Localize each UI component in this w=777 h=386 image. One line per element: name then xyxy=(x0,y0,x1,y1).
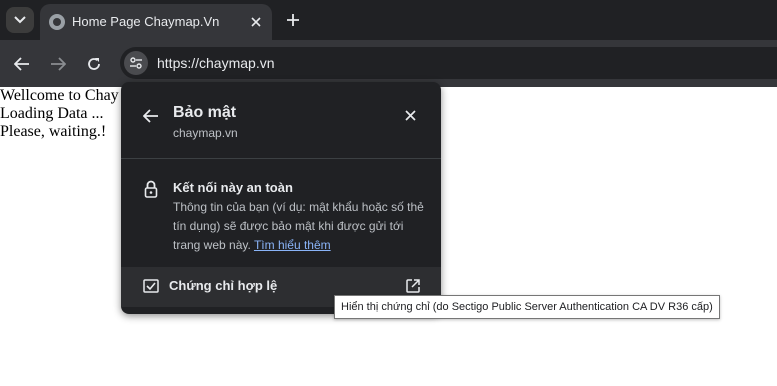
site-info-button[interactable] xyxy=(124,51,148,75)
arrow-left-icon xyxy=(143,109,158,123)
certificate-icon xyxy=(143,279,159,293)
reload-icon xyxy=(88,58,100,70)
url-text[interactable]: https://chaymap.vn xyxy=(157,55,275,71)
popup-back-button[interactable] xyxy=(141,106,161,126)
new-tab-button[interactable] xyxy=(282,9,304,31)
popup-title: Bảo mật xyxy=(173,104,237,121)
toolbar: https://chaymap.vn xyxy=(0,40,777,87)
close-icon xyxy=(251,17,261,27)
page-body: Wellcome to Chay Loading Data ... Please… xyxy=(0,87,119,141)
connection-status-title: Kết nối này an toàn xyxy=(173,180,293,195)
forward-button[interactable] xyxy=(46,52,70,76)
tab-title: Home Page Chaymap.Vn xyxy=(72,14,220,29)
address-bar[interactable]: https://chaymap.vn xyxy=(120,47,777,79)
globe-icon xyxy=(49,14,65,30)
open-certificate-button[interactable] xyxy=(404,277,422,295)
back-button[interactable] xyxy=(10,52,34,76)
close-icon xyxy=(404,109,416,121)
browser-tab[interactable]: Home Page Chaymap.Vn xyxy=(40,4,272,40)
loading-text: Loading Data ... xyxy=(0,105,104,122)
certificate-label: Chứng chỉ hợp lệ xyxy=(169,278,278,293)
tune-icon xyxy=(130,57,142,69)
welcome-text: Wellcome to Chay xyxy=(0,87,119,104)
tab-strip: Home Page Chaymap.Vn xyxy=(0,0,777,40)
arrow-right-icon xyxy=(51,57,66,71)
reload-button[interactable] xyxy=(82,52,106,76)
lock-icon xyxy=(144,180,158,198)
tab-close-button[interactable] xyxy=(246,12,266,32)
popup-close-button[interactable] xyxy=(400,105,420,125)
external-link-icon xyxy=(406,279,420,293)
connection-description: Thông tin của bạn (ví dụ: mật khẩu hoặc … xyxy=(173,198,431,255)
learn-more-link[interactable]: Tìm hiểu thêm xyxy=(254,238,331,252)
security-popup: Bảo mật chaymap.vn Kết nối này an toàn T… xyxy=(121,82,441,314)
arrow-left-icon xyxy=(14,57,29,71)
tab-search-button[interactable] xyxy=(6,7,34,33)
chevron-down-icon xyxy=(14,16,26,24)
plus-icon xyxy=(287,14,299,26)
popup-domain: chaymap.vn xyxy=(173,126,238,140)
divider xyxy=(121,158,441,159)
certificate-tooltip: Hiển thị chứng chỉ (do Sectigo Public Se… xyxy=(334,295,720,319)
waiting-text: Please, waiting.! xyxy=(0,123,107,140)
